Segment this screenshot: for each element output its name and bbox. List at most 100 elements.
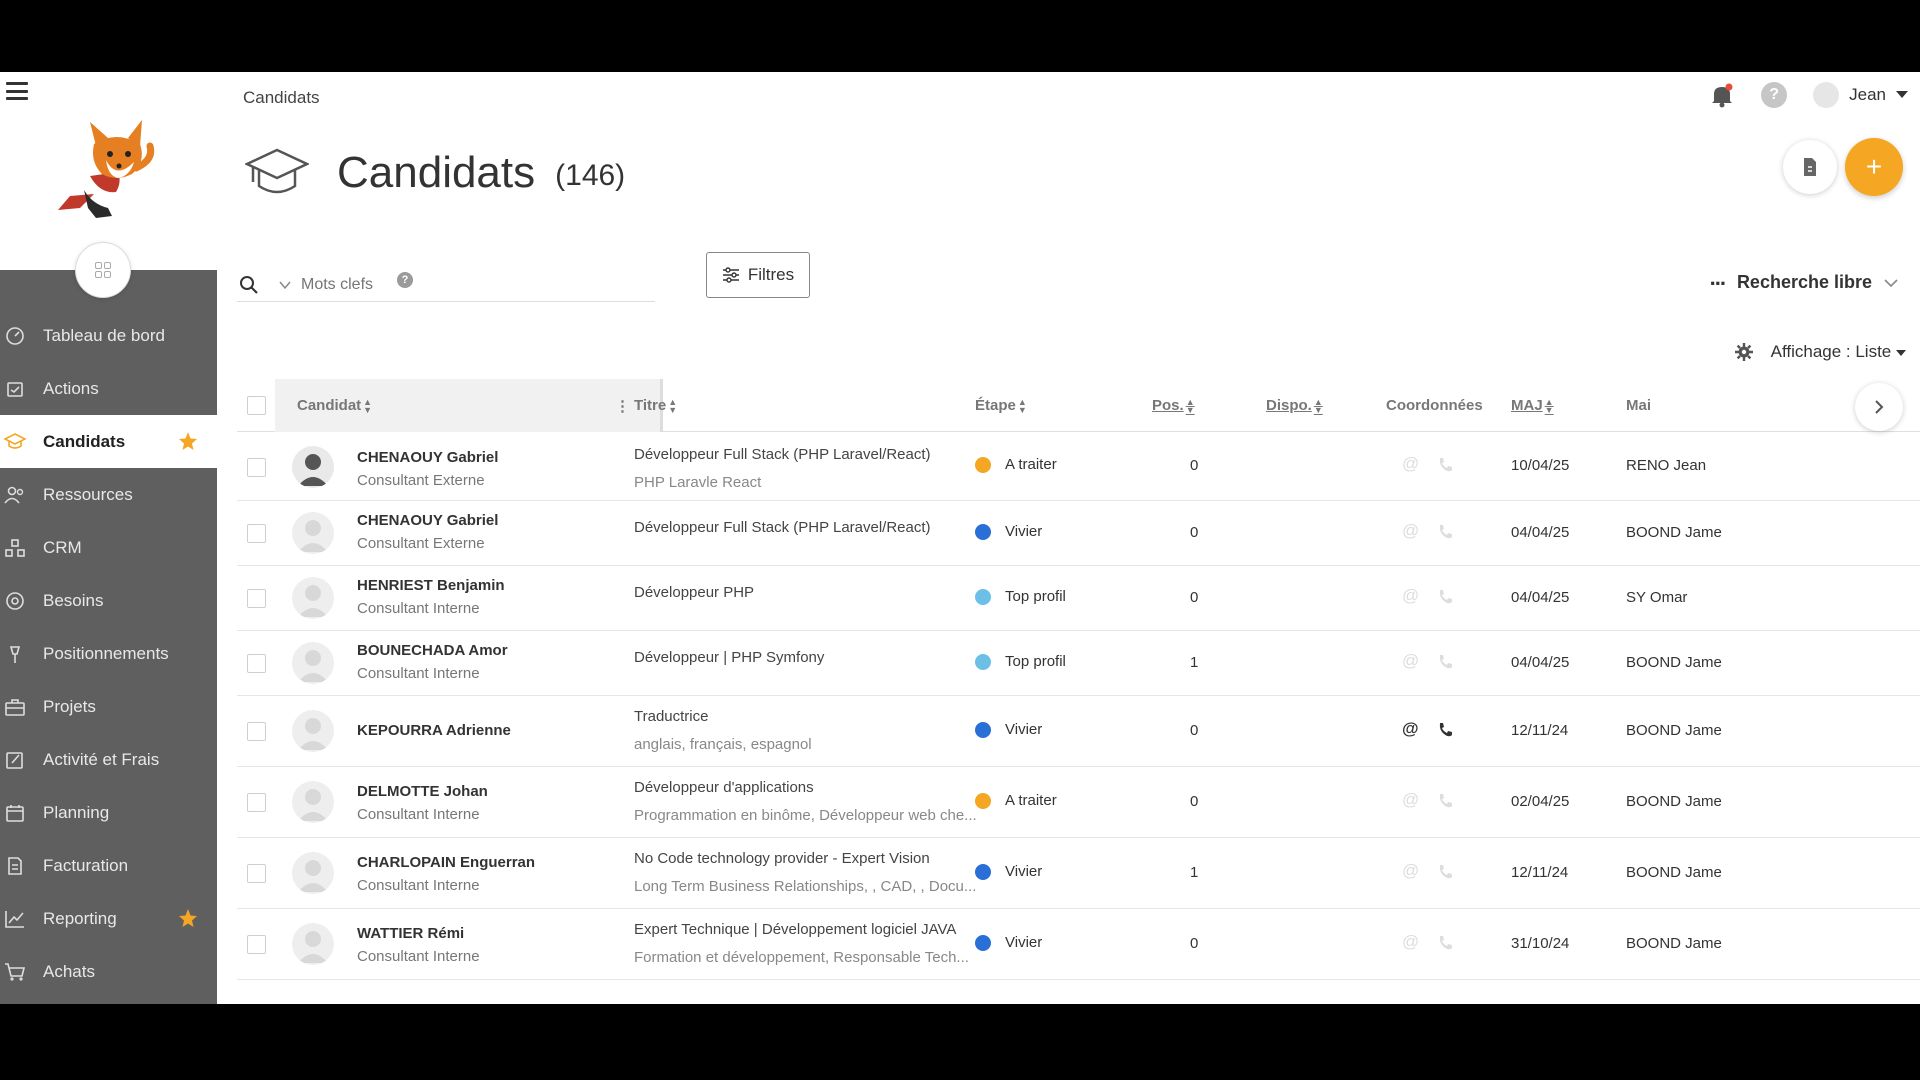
phone-icon[interactable] [1437,654,1453,670]
candidate-name[interactable]: HENRIEST Benjamin [357,577,505,594]
stage-badge[interactable]: Vivier [975,721,1042,738]
phone-icon[interactable] [1437,457,1453,473]
email-icon[interactable]: @ [1402,586,1419,606]
select-all-checkbox[interactable] [247,396,266,415]
sidebar-item-activite-et-frais[interactable]: Activité et Frais [0,733,217,786]
star-icon[interactable] [177,430,199,457]
column-titre-label[interactable]: Titre [634,397,666,414]
phone-icon[interactable] [1437,935,1453,951]
star-icon[interactable] [177,907,199,934]
display-mode-select[interactable]: Affichage : Liste [1771,342,1906,362]
phone-icon[interactable] [1437,589,1453,605]
sidebar-item-crm[interactable]: CRM [0,521,217,574]
sort-icon[interactable]: ▲ ▼ [1186,397,1195,414]
sidebar-item-planning[interactable]: Planning [0,786,217,839]
column-manager-label[interactable]: Mai [1626,397,1651,414]
candidate-name[interactable]: KEPOURRA Adrienne [357,722,511,739]
row-checkbox[interactable] [247,793,266,812]
phone-icon[interactable] [1437,524,1453,540]
phone-icon[interactable] [1437,722,1453,738]
row-checkbox[interactable] [247,864,266,883]
notification-bell-icon[interactable] [1709,82,1735,108]
stage-badge[interactable]: A traiter [975,792,1057,809]
scroll-right-button[interactable] [1855,383,1903,431]
candidate-name[interactable]: CHARLOPAIN Enguerran [357,854,535,871]
sidebar-item-candidats[interactable]: Candidats [0,415,217,468]
stage-badge[interactable]: Vivier [975,523,1042,540]
stage-badge[interactable]: Top profil [975,588,1066,605]
row-checkbox[interactable] [247,589,266,608]
table-row[interactable]: CHENAOUY Gabriel Consultant Externe Déve… [237,501,1920,566]
row-checkbox[interactable] [247,524,266,543]
email-icon[interactable]: @ [1402,861,1419,881]
column-menu-icon[interactable]: ⋮ [615,397,630,415]
email-icon[interactable]: @ [1402,932,1419,952]
page-title: Candidats [337,148,536,197]
free-search-toggle[interactable]: ... Recherche libre [1710,265,1898,293]
row-checkbox[interactable] [247,935,266,954]
sort-icon[interactable]: ▲ ▼ [1545,397,1554,414]
candidate-name[interactable]: BOUNECHADA Amor [357,642,508,659]
candidate-name[interactable]: CHENAOUY Gabriel [357,512,498,529]
briefcase-icon [4,696,26,718]
sidebar-item-ressources[interactable]: Ressources [0,468,217,521]
search-icon[interactable] [239,275,259,295]
table-row[interactable]: DELMOTTE Johan Consultant Interne Dévelo… [237,767,1920,838]
sort-icon[interactable]: ▲ ▼ [668,397,677,414]
gear-icon[interactable] [1734,343,1753,361]
avatar [292,710,334,752]
email-icon[interactable]: @ [1402,790,1419,810]
help-icon[interactable]: ? [1761,82,1788,108]
export-button[interactable] [1783,140,1837,194]
sidebar-item-positionnements[interactable]: Positionnements [0,627,217,680]
email-icon[interactable]: @ [1402,719,1419,739]
position-count: 0 [1190,589,1199,606]
column-maj-label[interactable]: MAJ [1511,397,1543,414]
sidebar-item-facturation[interactable]: Facturation [0,839,217,892]
table-row[interactable]: WATTIER Rémi Consultant Interne Expert T… [237,909,1920,980]
sidebar-item-actions[interactable]: Actions [0,362,217,415]
column-dispo-label[interactable]: Dispo. [1266,397,1312,414]
filters-button[interactable]: Filtres [706,252,810,298]
column-candidat-label[interactable]: Candidat [297,397,361,414]
menu-icon[interactable] [6,82,28,100]
table-row[interactable]: BOUNECHADA Amor Consultant Interne Dével… [237,631,1920,696]
user-menu[interactable]: Jean [1813,82,1908,108]
phone-icon[interactable] [1437,864,1453,880]
row-checkbox[interactable] [247,654,266,673]
search-input[interactable] [301,275,391,294]
stage-badge[interactable]: Top profil [975,653,1066,670]
chevron-down-icon[interactable] [279,279,291,291]
sidebar-item-besoins[interactable]: Besoins [0,574,217,627]
column-etape-label[interactable]: Étape [975,397,1016,414]
sidebar-item-achats[interactable]: Achats [0,945,217,998]
row-checkbox[interactable] [247,722,266,741]
stage-badge[interactable]: A traiter [975,456,1057,473]
email-icon[interactable]: @ [1402,521,1419,541]
sort-icon[interactable]: ▲ ▼ [1314,397,1323,414]
table-row[interactable]: CHENAOUY Gabriel Consultant Externe Déve… [237,432,1920,501]
stage-badge[interactable]: Vivier [975,863,1042,880]
table-row[interactable]: HENRIEST Benjamin Consultant Interne Dév… [237,566,1920,631]
apps-button[interactable] [75,242,131,298]
sort-icon[interactable]: ▲ ▼ [363,397,372,414]
table-row[interactable]: KEPOURRA Adrienne Traductrice anglais, f… [237,696,1920,767]
sidebar-item-tableau-de-bord[interactable]: Tableau de bord [0,309,217,362]
add-candidate-button[interactable]: + [1845,138,1903,196]
manager-name: BOOND Jame [1626,524,1722,541]
sidebar-item-reporting[interactable]: Reporting [0,892,217,945]
email-icon[interactable]: @ [1402,651,1419,671]
help-icon[interactable]: ? [397,271,413,288]
candidate-name[interactable]: DELMOTTE Johan [357,783,488,800]
stage-badge[interactable]: Vivier [975,934,1042,951]
sidebar-item-projets[interactable]: Projets [0,680,217,733]
position-count: 1 [1190,864,1199,881]
email-icon[interactable]: @ [1402,454,1419,474]
row-checkbox[interactable] [247,458,266,477]
candidate-name[interactable]: WATTIER Rémi [357,925,464,942]
sort-icon[interactable]: ▲ ▼ [1018,397,1027,414]
phone-icon[interactable] [1437,793,1453,809]
column-pos-label[interactable]: Pos. [1152,397,1184,414]
table-row[interactable]: CHARLOPAIN Enguerran Consultant Interne … [237,838,1920,909]
candidate-name[interactable]: CHENAOUY Gabriel [357,449,498,466]
